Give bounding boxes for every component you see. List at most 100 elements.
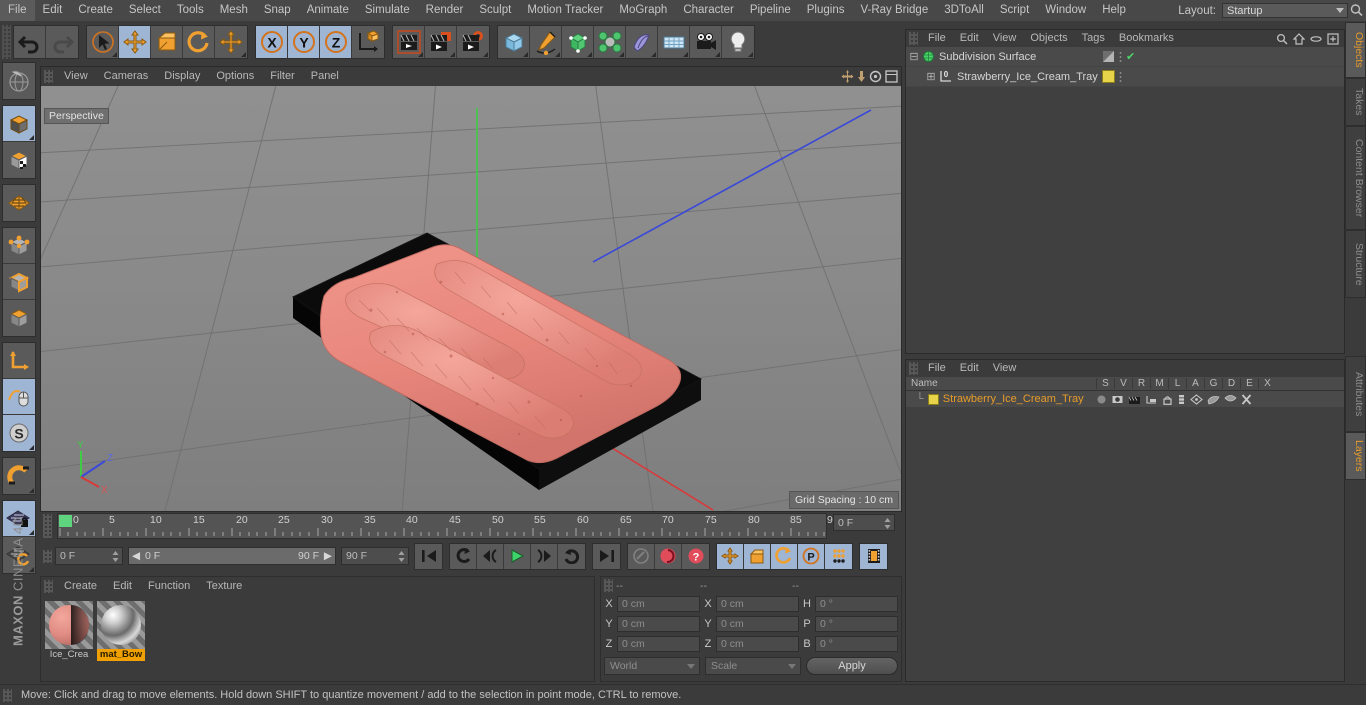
- deformer-toggle-icon[interactable]: [1207, 394, 1220, 405]
- material-item[interactable]: Ice_Crea: [45, 601, 93, 661]
- current-frame-field[interactable]: 0 F: [833, 514, 895, 531]
- rotation-b-input[interactable]: 0 °: [815, 636, 898, 652]
- menu-item-pipeline[interactable]: Pipeline: [742, 0, 799, 21]
- enable-axis-modification-button[interactable]: [3, 343, 35, 379]
- menu-item-snap[interactable]: Snap: [256, 0, 299, 21]
- timeline-playhead[interactable]: [59, 515, 72, 527]
- menu-item-animate[interactable]: Animate: [299, 0, 357, 21]
- scene-environment-button[interactable]: [658, 25, 690, 58]
- expand-collapse-icon[interactable]: ⊞: [923, 70, 939, 83]
- layer-menu-file[interactable]: File: [921, 360, 953, 377]
- timeline-track[interactable]: 0 5 10 15 20 25 30 35 40 45 50 55 60 65 …: [57, 513, 839, 539]
- toolbar-grip[interactable]: [2, 24, 11, 59]
- move-alt-tool[interactable]: [215, 25, 247, 58]
- point-level-animation-toggle[interactable]: [825, 543, 852, 569]
- apply-button[interactable]: Apply: [806, 657, 898, 675]
- scale-key-toggle[interactable]: [744, 543, 771, 569]
- spinner-icon[interactable]: [884, 518, 891, 529]
- object-menu-bookmarks[interactable]: Bookmarks: [1112, 30, 1181, 47]
- y-axis-toggle[interactable]: Y: [288, 25, 320, 58]
- record-active-objects-button[interactable]: ?: [682, 543, 709, 569]
- menu-item-script[interactable]: Script: [992, 0, 1037, 21]
- menu-item-window[interactable]: Window: [1037, 0, 1094, 21]
- viewport-menu-filter[interactable]: Filter: [262, 67, 302, 86]
- menu-item-character[interactable]: Character: [675, 0, 742, 21]
- tab-structure[interactable]: Structure: [1345, 230, 1366, 298]
- expand-collapse-icon[interactable]: ⊟: [906, 50, 922, 63]
- generator-toggle-icon[interactable]: [1190, 393, 1203, 405]
- menu-item-vray-bridge[interactable]: V-Ray Bridge: [852, 0, 936, 21]
- menu-item-mograph[interactable]: MoGraph: [611, 0, 675, 21]
- rotation-h-input[interactable]: 0 °: [815, 596, 898, 612]
- render-view-button[interactable]: [393, 25, 425, 58]
- menu-item-render[interactable]: Render: [418, 0, 472, 21]
- menu-item-motion-tracker[interactable]: Motion Tracker: [519, 0, 611, 21]
- range-left-arrow-icon[interactable]: ◀: [132, 550, 140, 562]
- keyframe-selection-button[interactable]: [860, 543, 887, 569]
- search-icon[interactable]: [1276, 33, 1288, 45]
- range-right-arrow-icon[interactable]: ▶: [324, 550, 332, 562]
- grid-plane-button[interactable]: [3, 185, 35, 221]
- redo-button[interactable]: [46, 25, 78, 58]
- menu-item-3dtoall[interactable]: 3DToAll: [936, 0, 992, 21]
- transform-mode-dropdown[interactable]: Scale: [705, 657, 801, 675]
- x-axis-toggle[interactable]: X: [256, 25, 288, 58]
- object-tree[interactable]: ⊟ Subdivision Surface ✔ ⊞ 0 Strawberry_I…: [906, 47, 1344, 87]
- end-frame-field[interactable]: 90 F: [341, 547, 409, 565]
- menu-item-sculpt[interactable]: Sculpt: [471, 0, 519, 21]
- menu-item-plugins[interactable]: Plugins: [799, 0, 853, 21]
- viewport-solo-button[interactable]: [3, 379, 35, 415]
- texture-mode-button[interactable]: [3, 142, 35, 178]
- material-menu-function[interactable]: Function: [140, 577, 198, 595]
- manager-toggle-icon[interactable]: [1145, 394, 1158, 405]
- object-manager-grip[interactable]: [909, 32, 918, 45]
- timeline-grip[interactable]: [43, 514, 52, 538]
- layer-row[interactable]: └ Strawberry_Ice_Cream_Tray: [906, 391, 1344, 407]
- ellipse-icon[interactable]: [1310, 33, 1322, 45]
- viewport-menu-panel[interactable]: Panel: [303, 67, 347, 86]
- solo-toggle-icon[interactable]: [1096, 394, 1107, 405]
- spline-pen-button[interactable]: [530, 25, 562, 58]
- menu-item-tools[interactable]: Tools: [169, 0, 212, 21]
- mograph-button[interactable]: [594, 25, 626, 58]
- coordinate-system-dropdown[interactable]: World: [604, 657, 700, 675]
- record-keyframe-button[interactable]: [655, 543, 682, 569]
- material-preview[interactable]: [97, 601, 145, 649]
- undo-button[interactable]: [14, 25, 46, 58]
- object-menu-file[interactable]: File: [921, 30, 953, 47]
- home-icon[interactable]: [1293, 32, 1305, 45]
- perspective-viewport[interactable]: Perspective Grid Spacing : 10 cm Y Z X V…: [40, 66, 902, 512]
- rotation-p-input[interactable]: 0 °: [815, 616, 898, 632]
- preview-range-bar[interactable]: ◀ 0 F 90 F ▶: [128, 547, 336, 565]
- deformer-button[interactable]: [626, 25, 658, 58]
- snap-settings-button[interactable]: S: [3, 415, 35, 451]
- visible-toggle-icon[interactable]: [1111, 394, 1124, 405]
- position-x-input[interactable]: 0 cm: [617, 596, 700, 612]
- model-mode-button[interactable]: [3, 106, 35, 142]
- menu-item-simulate[interactable]: Simulate: [357, 0, 418, 21]
- viewport-menu-cameras[interactable]: Cameras: [96, 67, 157, 86]
- viewport-refresh-icon[interactable]: [869, 70, 882, 83]
- loop-button[interactable]: [558, 543, 585, 569]
- object-enable-swatch[interactable]: [1102, 50, 1115, 63]
- layer-menu-edit[interactable]: Edit: [953, 360, 986, 377]
- next-frame-button[interactable]: [531, 543, 558, 569]
- previous-key-button[interactable]: [450, 543, 477, 569]
- material-menu-edit[interactable]: Edit: [105, 577, 140, 595]
- move-viewport-icon[interactable]: [841, 70, 854, 83]
- play-button[interactable]: [504, 543, 531, 569]
- object-menu-edit[interactable]: Edit: [953, 30, 986, 47]
- layer-manager-grip[interactable]: [909, 362, 918, 375]
- layer-color-swatch[interactable]: [927, 393, 939, 405]
- material-menu-texture[interactable]: Texture: [198, 577, 250, 595]
- xref-toggle-icon[interactable]: [1241, 393, 1252, 405]
- lock-toggle-icon[interactable]: [1162, 394, 1173, 405]
- menu-item-edit[interactable]: Edit: [35, 0, 71, 21]
- go-to-end-button[interactable]: [593, 543, 620, 569]
- animation-toggle-icon[interactable]: [1177, 394, 1186, 405]
- material-tag-swatch[interactable]: [1102, 70, 1115, 83]
- make-editable-button[interactable]: [3, 63, 35, 99]
- rotate-tool[interactable]: [183, 25, 215, 58]
- layout-dropdown[interactable]: Startup: [1222, 3, 1348, 18]
- material-item[interactable]: mat_Bow: [97, 601, 145, 661]
